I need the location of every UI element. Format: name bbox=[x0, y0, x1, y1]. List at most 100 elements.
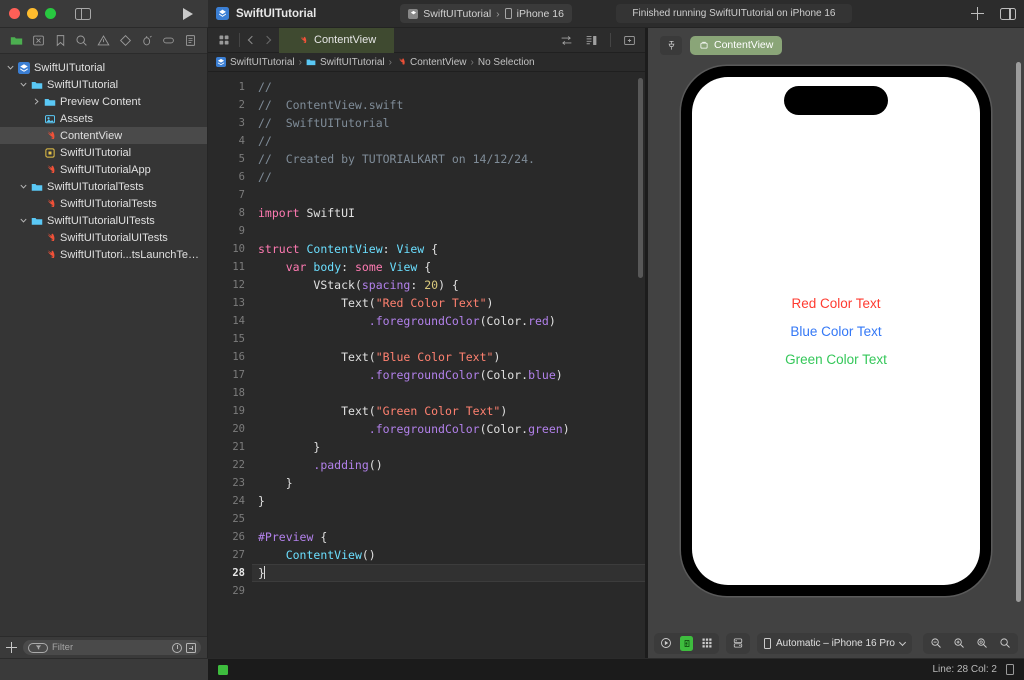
zoom-window-button[interactable] bbox=[45, 8, 56, 19]
close-window-button[interactable] bbox=[9, 8, 20, 19]
code-line[interactable]: Text("Red Color Text") bbox=[252, 294, 645, 312]
file-tree-item[interactable]: SwiftUITutorialUITests bbox=[0, 229, 207, 246]
code-line[interactable]: .foregroundColor(Color.red) bbox=[252, 312, 645, 330]
code-line[interactable]: } bbox=[252, 474, 645, 492]
file-tree-item[interactable]: SwiftUITutorial bbox=[0, 144, 207, 161]
minimize-window-button[interactable] bbox=[27, 8, 38, 19]
code-line[interactable] bbox=[252, 582, 645, 600]
disclosure-triangle[interactable] bbox=[18, 217, 29, 224]
code-line[interactable] bbox=[252, 384, 645, 402]
inspector-toggle-icon[interactable] bbox=[1000, 7, 1016, 20]
code-line[interactable]: // SwiftUITutorial bbox=[252, 114, 645, 132]
activity-status[interactable]: Finished running SwiftUITutorial on iPho… bbox=[615, 4, 852, 23]
code-editor[interactable]: 1 2 3 4 5 6 7 8 9 10 11 12 13 14 15 16 17 18 19 20 21 22 23 24 2… bbox=[208, 72, 645, 658]
preview-pill-label: ContentView bbox=[714, 39, 774, 51]
breadcrumb-item[interactable]: SwiftUITutorial bbox=[306, 57, 385, 68]
file-tree-item[interactable]: SwiftUITutorialApp bbox=[0, 161, 207, 178]
zoom-out-icon[interactable] bbox=[930, 637, 942, 649]
navigator-tab-project[interactable] bbox=[9, 33, 24, 48]
recent-files-icon[interactable] bbox=[172, 642, 182, 653]
code-lines[interactable]: // // ContentView.swift // SwiftUITutorial… bbox=[252, 72, 645, 658]
tab-contentview[interactable]: ContentView bbox=[279, 27, 395, 53]
code-line[interactable]: .padding() bbox=[252, 456, 645, 474]
navigator-tab-breakpoints[interactable] bbox=[161, 33, 176, 48]
file-tree-item[interactable]: SwiftUITutorial bbox=[0, 59, 207, 76]
breadcrumb-item[interactable]: No Selection bbox=[478, 57, 535, 68]
add-file-button[interactable] bbox=[6, 642, 17, 653]
breadcrumb-item[interactable]: SwiftUITutorial bbox=[216, 57, 295, 68]
editor-layout-icon[interactable] bbox=[585, 34, 598, 47]
code-line[interactable]: .foregroundColor(Color.blue) bbox=[252, 366, 645, 384]
code-line[interactable]: #Preview { bbox=[252, 528, 645, 546]
preview-selector-pill[interactable]: ContentView bbox=[690, 35, 783, 55]
live-preview-icon[interactable] bbox=[680, 635, 693, 651]
file-tree-label: SwiftUITutorialUITests bbox=[47, 214, 155, 227]
code-line[interactable]: } bbox=[252, 492, 645, 510]
code-line[interactable]: // Created by TUTORIALKART on 14/12/24. bbox=[252, 150, 645, 168]
disclosure-triangle[interactable] bbox=[5, 64, 16, 71]
code-line[interactable]: import SwiftUI bbox=[252, 204, 645, 222]
code-line[interactable]: var body: some View { bbox=[252, 258, 645, 276]
file-tree-item[interactable]: SwiftUITutorialTests bbox=[0, 195, 207, 212]
device-selector-dropdown[interactable]: Automatic – iPhone 16 Pro bbox=[757, 632, 912, 654]
code-line[interactable] bbox=[252, 186, 645, 204]
variants-grid-icon[interactable] bbox=[701, 637, 713, 649]
tab-grid-icon[interactable] bbox=[216, 34, 232, 46]
file-tree-item[interactable]: SwiftUITutorialTests bbox=[0, 178, 207, 195]
file-tree-item[interactable]: SwiftUITutori...tsLaunchTests bbox=[0, 246, 207, 263]
device-screen[interactable]: Red Color Text Blue Color Text Green Color… bbox=[692, 77, 980, 585]
file-tree-item[interactable]: Assets bbox=[0, 110, 207, 127]
navigator-tab-tests[interactable] bbox=[118, 33, 133, 48]
adjust-editor-icon[interactable] bbox=[560, 34, 573, 47]
add-editor-button[interactable] bbox=[971, 7, 984, 20]
code-line[interactable]: } bbox=[252, 438, 645, 456]
zoom-to-fit-icon[interactable] bbox=[976, 637, 988, 649]
forward-chevron-icon[interactable] bbox=[262, 35, 272, 45]
zoom-in-icon[interactable] bbox=[953, 637, 965, 649]
code-line[interactable]: Text("Blue Color Text") bbox=[252, 348, 645, 366]
code-line[interactable]: // bbox=[252, 78, 645, 96]
code-line[interactable] bbox=[252, 222, 645, 240]
zoom-actual-size-icon[interactable] bbox=[999, 637, 1011, 649]
sidebar-toggle-icon[interactable] bbox=[75, 7, 91, 20]
filter-input[interactable]: Filter bbox=[23, 640, 201, 655]
code-line[interactable]: struct ContentView: View { bbox=[252, 240, 645, 258]
back-chevron-icon[interactable] bbox=[247, 35, 257, 45]
code-line[interactable]: // bbox=[252, 168, 645, 186]
code-line[interactable]: // ContentView.swift bbox=[252, 96, 645, 114]
device-settings-group[interactable] bbox=[726, 632, 750, 654]
file-tree-item[interactable]: Preview Content bbox=[0, 93, 207, 110]
code-line[interactable]: } bbox=[252, 564, 645, 582]
file-tree-item[interactable]: SwiftUITutorial bbox=[0, 76, 207, 93]
scheme-selector[interactable]: SwiftUITutorial › iPhone 16 bbox=[400, 4, 572, 23]
breadcrumb-item[interactable]: ContentView bbox=[396, 57, 467, 68]
run-button[interactable] bbox=[183, 7, 193, 20]
file-tree-item[interactable]: SwiftUITutorialUITests bbox=[0, 212, 207, 229]
disclosure-triangle[interactable] bbox=[18, 81, 29, 88]
code-line[interactable] bbox=[252, 510, 645, 528]
disclosure-triangle[interactable] bbox=[18, 183, 29, 190]
navigator-tab-issues[interactable] bbox=[96, 33, 111, 48]
navigator-tab-bookmarks[interactable] bbox=[53, 33, 68, 48]
editor-scrollbar[interactable] bbox=[638, 78, 643, 278]
source-control-filter-icon[interactable] bbox=[186, 642, 196, 653]
code-line[interactable]: VStack(spacing: 20) { bbox=[252, 276, 645, 294]
add-editor-icon[interactable] bbox=[623, 34, 636, 47]
canvas-scrollbar[interactable] bbox=[1016, 62, 1021, 602]
disclosure-triangle[interactable] bbox=[31, 98, 42, 105]
code-line[interactable]: Text("Green Color Text") bbox=[252, 402, 645, 420]
code-line[interactable] bbox=[252, 330, 645, 348]
file-tree-item[interactable]: ContentView bbox=[0, 127, 207, 144]
play-preview-icon[interactable] bbox=[660, 637, 672, 649]
status-device-icon[interactable] bbox=[1006, 664, 1014, 675]
navigator-tab-debug[interactable] bbox=[140, 33, 155, 48]
device-settings-icon[interactable] bbox=[732, 637, 744, 649]
navigator-tab-find[interactable] bbox=[74, 33, 89, 48]
code-line[interactable]: // bbox=[252, 132, 645, 150]
pin-preview-button[interactable] bbox=[660, 35, 682, 55]
code-line[interactable]: .foregroundColor(Color.green) bbox=[252, 420, 645, 438]
navigator-tab-reports[interactable] bbox=[183, 33, 198, 48]
navigator-tab-source-control[interactable] bbox=[31, 33, 46, 48]
code-line[interactable]: ContentView() bbox=[252, 546, 645, 564]
